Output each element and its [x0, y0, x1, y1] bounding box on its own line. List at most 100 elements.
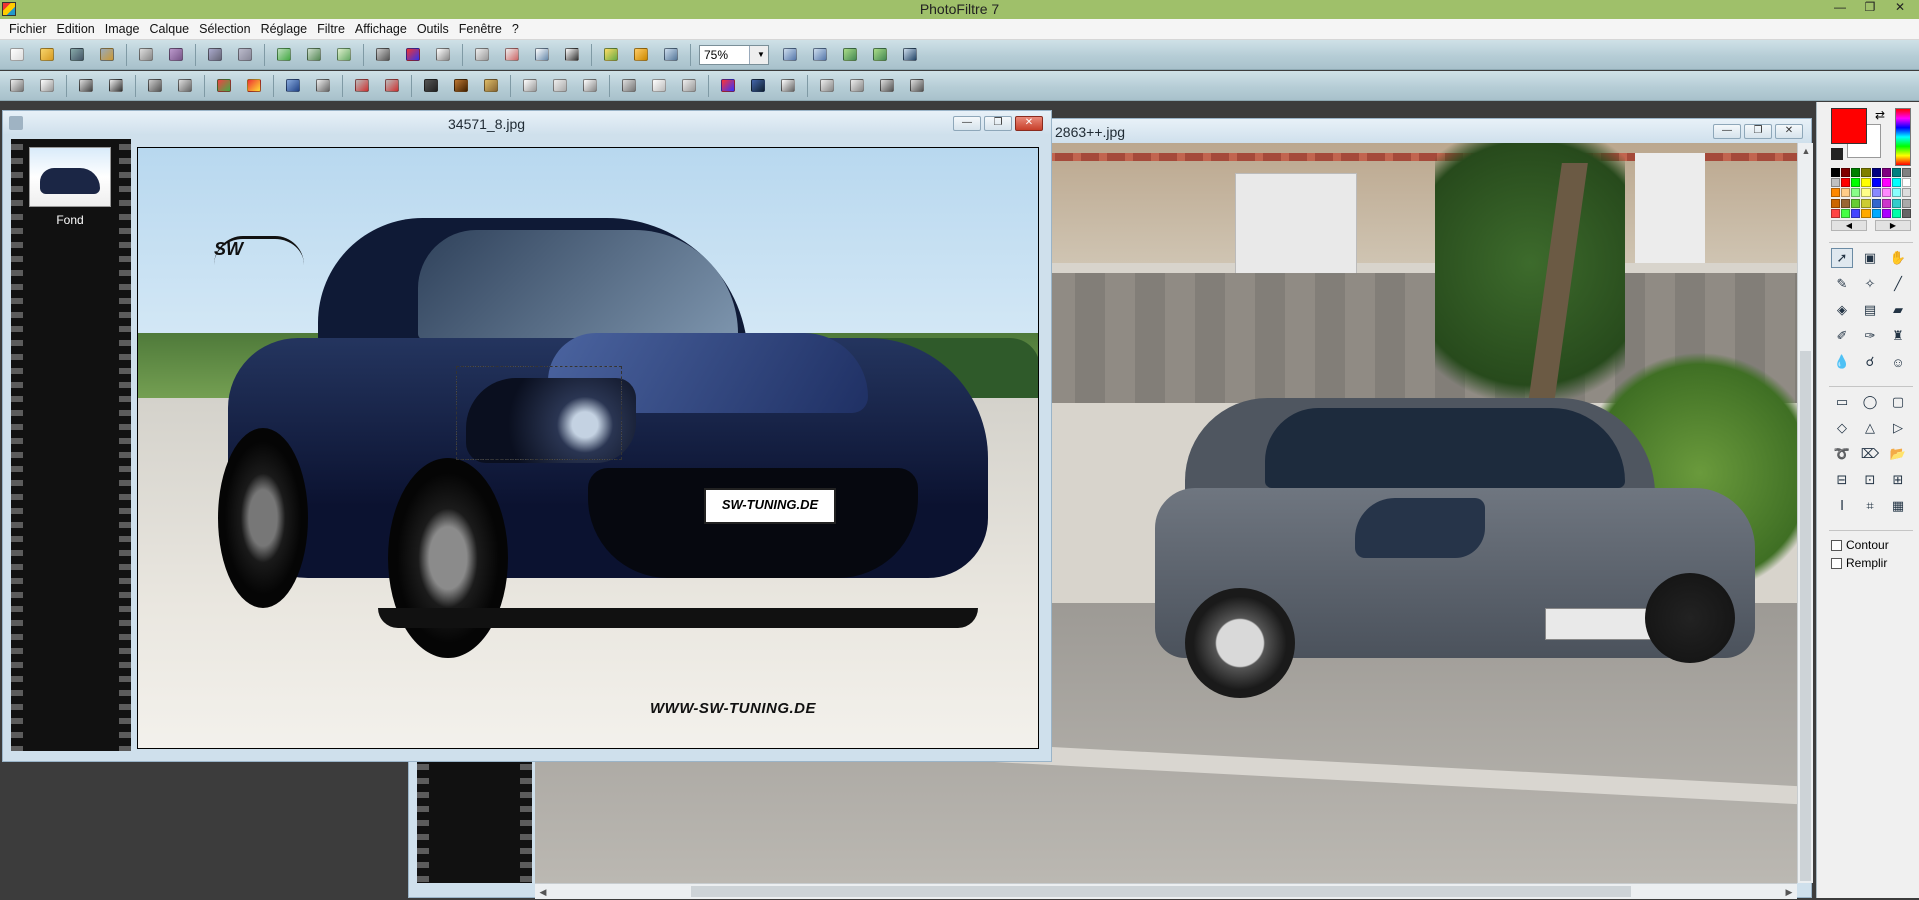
fullscreen-icon[interactable]	[899, 44, 921, 66]
gradient-icon[interactable]	[372, 44, 394, 66]
lasso-icon[interactable]: ➰	[1831, 444, 1853, 464]
menu-filtre[interactable]: Filtre	[312, 19, 350, 39]
open-file-icon[interactable]	[36, 44, 58, 66]
paste-new-icon[interactable]	[333, 44, 355, 66]
ellipse-shape-icon[interactable]: ◯	[1859, 392, 1881, 412]
pattern-icon[interactable]	[480, 75, 502, 97]
gamma-down-icon[interactable]	[144, 75, 166, 97]
frame-icon[interactable]	[420, 75, 442, 97]
eyedropper-icon[interactable]: ✎	[1831, 274, 1853, 294]
despeckle-icon[interactable]	[678, 75, 700, 97]
flip-horizontal-icon[interactable]	[816, 75, 838, 97]
selection-arrow-icon[interactable]: ➚	[1831, 248, 1853, 268]
paste-icon[interactable]	[303, 44, 325, 66]
canvas-size-icon[interactable]	[501, 44, 523, 66]
restore-window-button[interactable]: ❐	[1857, 0, 1883, 16]
print-icon[interactable]	[135, 44, 157, 66]
document-title-bar-front[interactable]: 34571_8.jpg — ❐ ✕	[3, 111, 1051, 135]
layer-manager-icon[interactable]: ▣	[1859, 248, 1881, 268]
diamond-shape-icon[interactable]: ◇	[1831, 418, 1853, 438]
selection-marquee[interactable]	[456, 366, 622, 460]
menu-affichage[interactable]: Affichage	[350, 19, 412, 39]
texture-icon[interactable]	[450, 75, 472, 97]
text-tool-icon[interactable]	[561, 44, 583, 66]
menu-fenetre[interactable]: Fenêtre	[454, 19, 507, 39]
noise-icon[interactable]	[648, 75, 670, 97]
monitor-icon[interactable]	[747, 75, 769, 97]
ratio-43-icon[interactable]: ⊡	[1859, 470, 1881, 490]
transform-icon[interactable]: ⌗	[1859, 496, 1881, 516]
vertical-scrollbar[interactable]: ▲	[1797, 143, 1813, 883]
open-selection-icon[interactable]: 📂	[1887, 444, 1909, 464]
menu-edition[interactable]: Edition	[52, 19, 100, 39]
sharpen-icon[interactable]	[579, 75, 601, 97]
text-cursor-icon[interactable]: Ⅰ	[1831, 496, 1853, 516]
right-triangle-shape-icon[interactable]: ▷	[1887, 418, 1909, 438]
fill-checkbox-box[interactable]	[1831, 557, 1842, 569]
contour-checkbox[interactable]: Contour	[1831, 538, 1889, 552]
close-window-button[interactable]: ✕	[1887, 0, 1913, 16]
eraser-icon[interactable]: ▰	[1887, 300, 1909, 320]
doc-minimize-button[interactable]: —	[1713, 124, 1741, 139]
doc-close-button[interactable]: ✕	[1775, 124, 1803, 139]
brightness-up-icon[interactable]	[36, 75, 58, 97]
plugin-icon[interactable]	[630, 44, 652, 66]
doc-close-button[interactable]: ✕	[1015, 116, 1043, 131]
window-icon[interactable]: ▦	[1887, 496, 1909, 516]
fill-checkbox[interactable]: Remplir	[1831, 556, 1887, 570]
image-canvas-front[interactable]: SW SW-TUNING.DE WWW-SW-TUNING.DE	[137, 147, 1039, 749]
gamma-up-icon[interactable]	[174, 75, 196, 97]
doc-minimize-button[interactable]: —	[953, 116, 981, 131]
minimize-window-button[interactable]: —	[1827, 0, 1853, 16]
menu-image[interactable]: Image	[100, 19, 145, 39]
document-window-front[interactable]: 34571_8.jpg — ❐ ✕ Fond SW SW-TUNING.DE W…	[2, 110, 1052, 762]
doc-restore-button[interactable]: ❐	[1744, 124, 1772, 139]
redo-icon[interactable]	[234, 44, 256, 66]
chevron-down-icon[interactable]: ▼	[749, 45, 768, 64]
rotate-left-icon[interactable]	[876, 75, 898, 97]
horizontal-scrollbar[interactable]: ◀ ▶	[535, 883, 1797, 899]
new-file-icon[interactable]	[6, 44, 28, 66]
brush-icon[interactable]: ✐	[1831, 326, 1853, 346]
menu-calque[interactable]: Calque	[145, 19, 195, 39]
polygon-lasso-icon[interactable]: ⌦	[1859, 444, 1881, 464]
crop-icon[interactable]	[531, 44, 553, 66]
menu-fichier[interactable]: Fichier	[4, 19, 52, 39]
blur-icon[interactable]	[549, 75, 571, 97]
triangle-shape-icon[interactable]: △	[1859, 418, 1881, 438]
zoom-in-icon[interactable]	[779, 44, 801, 66]
browser-icon[interactable]	[660, 44, 682, 66]
foreground-color-swatch[interactable]	[1831, 108, 1867, 144]
contour-checkbox-box[interactable]	[1831, 539, 1842, 551]
smudge-icon[interactable]: ☌	[1859, 352, 1881, 372]
levels-icon[interactable]	[282, 75, 304, 97]
select-all-icon[interactable]: ⊟	[1831, 470, 1853, 490]
zoom-select[interactable]: 75% ▼	[699, 44, 769, 65]
image-size-icon[interactable]	[471, 44, 493, 66]
reset-colors-icon[interactable]	[1831, 148, 1843, 160]
menu-selection[interactable]: Sélection	[194, 19, 255, 39]
menu-reglage[interactable]: Réglage	[256, 19, 313, 39]
zoom-out-icon[interactable]	[809, 44, 831, 66]
clone-icon[interactable]: ☺	[1887, 352, 1909, 372]
brightness-down-icon[interactable]	[6, 75, 28, 97]
magic-wand-icon[interactable]: ✧	[1859, 274, 1881, 294]
replace-color-icon[interactable]	[777, 75, 799, 97]
menu-help[interactable]: ?	[507, 19, 524, 39]
save-as-icon[interactable]	[96, 44, 118, 66]
advanced-brush-icon[interactable]: ✑	[1859, 326, 1881, 346]
scroll-up-icon[interactable]: ▲	[1798, 143, 1814, 159]
hand-icon[interactable]: ✋	[1887, 248, 1909, 268]
spray-icon[interactable]: ▤	[1859, 300, 1881, 320]
contrast-up-icon[interactable]	[105, 75, 127, 97]
scanner-icon[interactable]	[165, 44, 187, 66]
color-palette[interactable]	[1831, 168, 1911, 218]
color-balance-icon[interactable]	[717, 75, 739, 97]
layer-icon[interactable]	[600, 44, 622, 66]
equalize-icon[interactable]	[312, 75, 334, 97]
layer-thumbnail[interactable]	[29, 147, 111, 207]
fill-bucket-icon[interactable]: ◈	[1831, 300, 1853, 320]
emboss-icon[interactable]	[618, 75, 640, 97]
stamp-icon[interactable]: ♜	[1887, 326, 1909, 346]
palette-next-icon[interactable]: ▶	[1875, 220, 1911, 231]
